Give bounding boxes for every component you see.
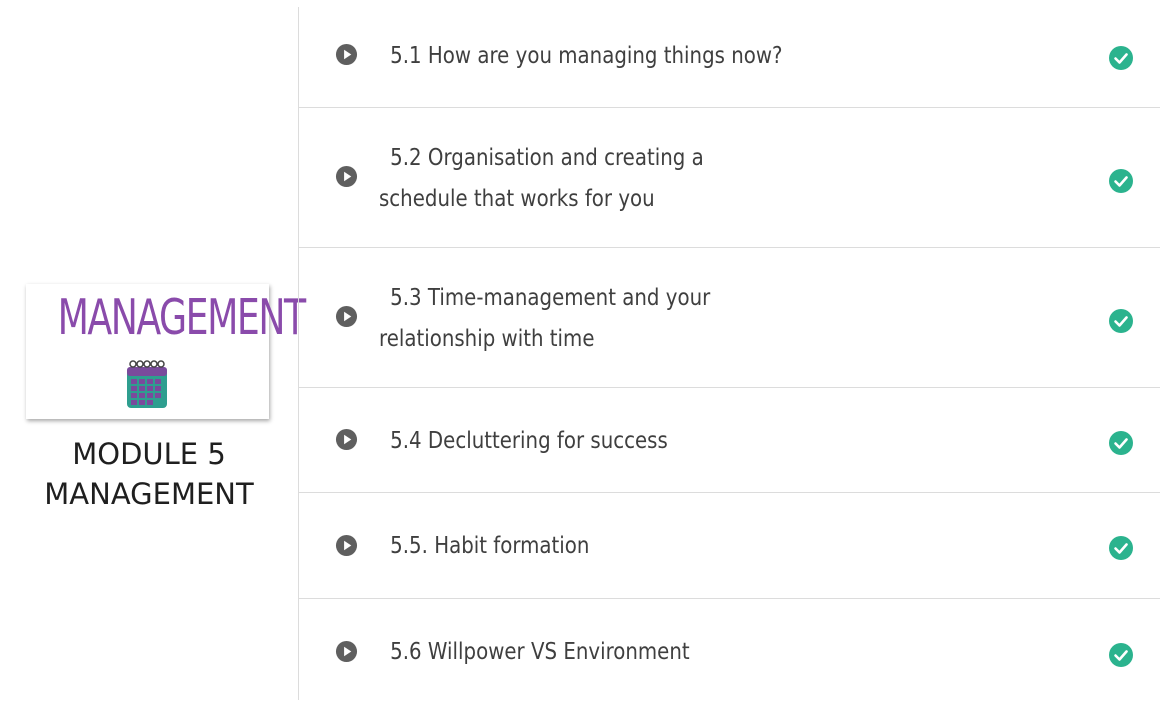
lesson-list: 5.1 How are you managing things now? 5.2… (298, 7, 1160, 700)
lesson-title[interactable]: 5.3 Time-management and your relationshi… (379, 278, 792, 360)
play-circle-icon[interactable] (335, 428, 358, 451)
lesson-title[interactable]: 5.5. Habit formation (379, 526, 792, 567)
module-caption-number: MODULE 5 (72, 437, 226, 471)
course-module-page: MANAGEMENT MODULE 5 MANAGEMENT 5.1 How a… (0, 0, 1160, 711)
play-circle-icon[interactable] (335, 534, 358, 557)
calendar-icon (127, 360, 167, 408)
module-caption-name: MANAGEMENT (44, 477, 254, 511)
check-circle-icon (1109, 643, 1133, 667)
module-thumbnail-title: MANAGEMENT (57, 289, 307, 346)
play-circle-icon[interactable] (335, 43, 358, 66)
check-circle-icon (1109, 536, 1133, 560)
lesson-row[interactable]: 5.6 Willpower VS Environment (299, 599, 1160, 700)
module-thumbnail[interactable]: MANAGEMENT (26, 284, 307, 419)
lesson-title[interactable]: 5.6 Willpower VS Environment (379, 632, 792, 673)
check-circle-icon (1109, 169, 1133, 193)
check-circle-icon (1109, 46, 1133, 70)
check-circle-icon (1109, 309, 1133, 333)
play-circle-icon[interactable] (335, 165, 358, 188)
lesson-title[interactable]: 5.4 Decluttering for success (379, 421, 792, 462)
lesson-row[interactable]: 5.5. Habit formation (299, 493, 1160, 599)
check-circle-icon (1109, 431, 1133, 455)
module-caption: MODULE 5 MANAGEMENT (0, 434, 298, 514)
lesson-row[interactable]: 5.3 Time-management and your relationshi… (299, 248, 1160, 388)
lesson-row[interactable]: 5.4 Decluttering for success (299, 388, 1160, 493)
module-card[interactable]: MANAGEMENT MODULE 5 MANAGEMENT (0, 0, 307, 711)
lesson-row[interactable]: 5.1 How are you managing things now? (299, 7, 1160, 108)
lesson-row[interactable]: 5.2 Organisation and creating a schedule… (299, 108, 1160, 248)
play-circle-icon[interactable] (335, 305, 358, 328)
lesson-title[interactable]: 5.2 Organisation and creating a schedule… (379, 138, 792, 220)
play-circle-icon[interactable] (335, 640, 358, 663)
lesson-title[interactable]: 5.1 How are you managing things now? (379, 36, 792, 77)
